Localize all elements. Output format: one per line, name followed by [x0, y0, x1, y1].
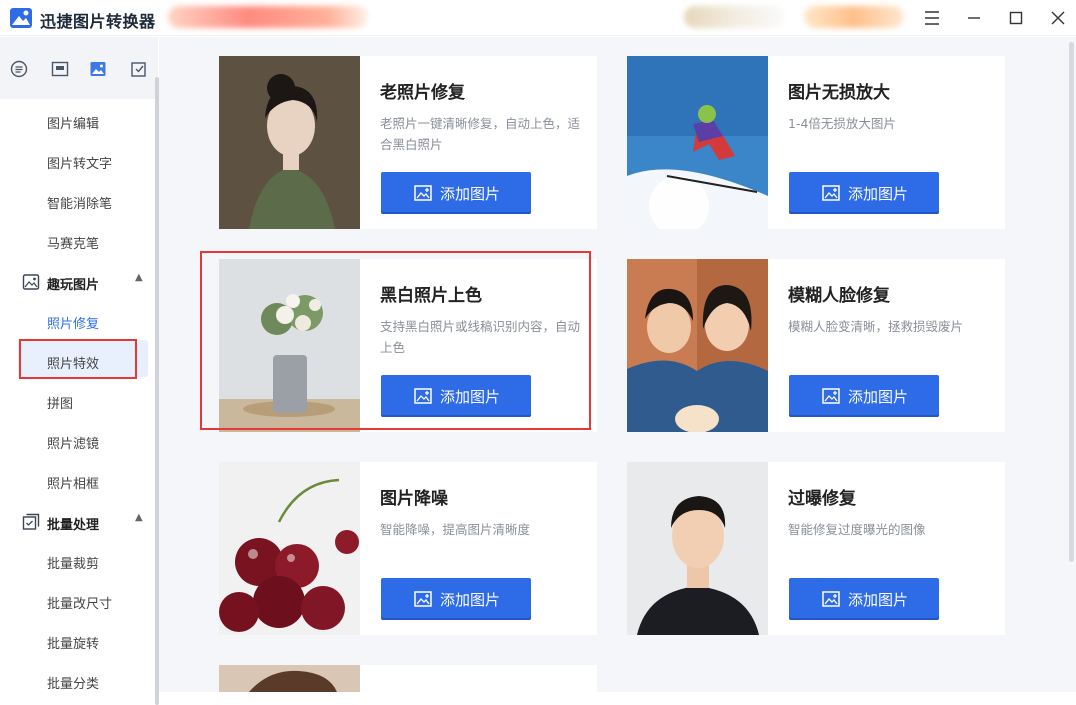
- sidebar: 图片编辑 图片转文字 智能消除笔 马赛克笔 趣玩图片 ▲ 照片修复 照片特效 拼…: [0, 37, 159, 705]
- card-description: 智能降噪，提高图片清晰度: [380, 522, 531, 537]
- sidebar-item-batch-crop[interactable]: 批量裁剪: [47, 553, 99, 572]
- sidebar-item-smart-eraser[interactable]: 智能消除笔: [47, 193, 112, 212]
- image-fun-icon: [22, 274, 40, 290]
- sidebar-item-photo-filter[interactable]: 照片滤镜: [47, 433, 99, 452]
- portrait-thumbnail: [627, 462, 768, 635]
- feature-card-old-photo[interactable]: 老照片修复 老照片一键清晰修复，自动上色，适合黑白照片 添加图片: [219, 56, 597, 229]
- app-logo-icon: [10, 8, 32, 28]
- sidebar-toolbar: [0, 37, 158, 99]
- sidebar-item-batch-rotate[interactable]: 批量旋转: [47, 633, 99, 652]
- sidebar-item-collage[interactable]: 拼图: [47, 393, 73, 412]
- red-annotation-box: [200, 251, 591, 430]
- card-title: 图片降噪: [380, 489, 448, 509]
- sidebar-item-photo-repair[interactable]: 照片修复: [47, 313, 99, 332]
- card-title: 图片无损放大: [788, 83, 890, 103]
- app-title: 迅捷图片转换器: [40, 12, 156, 31]
- sidebar-group-label: 趣玩图片: [47, 278, 100, 293]
- feature-card-denoise[interactable]: 图片降噪 智能降噪，提高图片清晰度 添加图片: [219, 462, 597, 635]
- vip-button[interactable]: [804, 6, 904, 28]
- button-label: 添加图片: [848, 186, 909, 203]
- document-icon[interactable]: [9, 59, 29, 79]
- sidebar-item-batch-resize[interactable]: 批量改尺寸: [47, 593, 112, 612]
- card-title: 模糊人脸修复: [788, 286, 890, 306]
- card-title: 过曝修复: [788, 489, 856, 509]
- batch-icon: [22, 513, 40, 530]
- add-image-icon: [822, 185, 840, 201]
- card-description: 1-4倍无损放大图片: [788, 116, 896, 131]
- minimize-icon[interactable]: [962, 6, 986, 30]
- maximize-icon[interactable]: [1004, 6, 1028, 30]
- image-frame-icon[interactable]: [50, 59, 70, 79]
- chevron-up-icon: ▲: [135, 512, 143, 523]
- add-image-icon: [822, 591, 840, 607]
- add-image-icon: [822, 388, 840, 404]
- card-description: 模糊人脸变清晰，拯救损毁废片: [788, 319, 964, 334]
- old-photo-thumbnail: [219, 56, 360, 229]
- cherries-thumbnail: [219, 462, 360, 635]
- partial-thumbnail: [219, 665, 360, 692]
- close-icon[interactable]: [1046, 6, 1070, 30]
- sidebar-group-label: 批量处理: [47, 518, 100, 533]
- title-bar: 迅捷图片转换器: [0, 0, 1076, 36]
- add-image-button[interactable]: 添加图片: [381, 172, 531, 214]
- sidebar-group-batch[interactable]: 批量处理 ▲: [22, 512, 152, 533]
- sidebar-item-photo-effects[interactable]: 照片特效: [47, 353, 99, 372]
- feature-card-face-repair[interactable]: 模糊人脸修复 模糊人脸变清晰，拯救损毁废片 添加图片: [627, 259, 1005, 432]
- add-image-button[interactable]: 添加图片: [789, 375, 939, 417]
- sidebar-item-image-to-text[interactable]: 图片转文字: [47, 153, 112, 172]
- crop-icon[interactable]: [129, 59, 149, 79]
- chevron-up-icon: ▲: [135, 272, 143, 283]
- picture-icon[interactable]: [88, 59, 108, 79]
- promo-banner[interactable]: [168, 6, 368, 28]
- add-image-button[interactable]: 添加图片: [789, 578, 939, 620]
- button-label: 添加图片: [848, 592, 909, 609]
- card-description: 智能修复过度曝光的图像: [788, 522, 926, 537]
- add-image-button[interactable]: 添加图片: [789, 172, 939, 214]
- feature-card-upscale[interactable]: 图片无损放大 1-4倍无损放大图片 添加图片: [627, 56, 1005, 229]
- button-label: 添加图片: [440, 592, 501, 609]
- card-title: 老照片修复: [380, 83, 465, 103]
- sidebar-item-batch-classify[interactable]: 批量分类: [47, 673, 99, 692]
- sidebar-item-photo-frame[interactable]: 照片相框: [47, 473, 99, 492]
- button-label: 添加图片: [848, 389, 909, 406]
- sidebar-group-fun-images[interactable]: 趣玩图片 ▲: [22, 272, 152, 293]
- add-image-icon: [414, 591, 432, 607]
- sidebar-item-mosaic-pen[interactable]: 马赛克笔: [47, 233, 99, 252]
- card-description: 老照片一键清晰修复，自动上色，适合黑白照片: [380, 116, 581, 152]
- main-scrollbar[interactable]: [1069, 42, 1074, 562]
- user-avatar[interactable]: [684, 6, 784, 28]
- feature-card-overexposure[interactable]: 过曝修复 智能修复过度曝光的图像 添加图片: [627, 462, 1005, 635]
- menu-icon[interactable]: [920, 6, 944, 30]
- sidebar-item-image-edit[interactable]: 图片编辑: [47, 113, 99, 132]
- couple-thumbnail: [627, 259, 768, 432]
- button-label: 添加图片: [440, 186, 501, 203]
- skier-thumbnail: [627, 56, 768, 229]
- add-image-icon: [414, 185, 432, 201]
- feature-card-partial[interactable]: [219, 665, 597, 692]
- add-image-button[interactable]: 添加图片: [381, 578, 531, 620]
